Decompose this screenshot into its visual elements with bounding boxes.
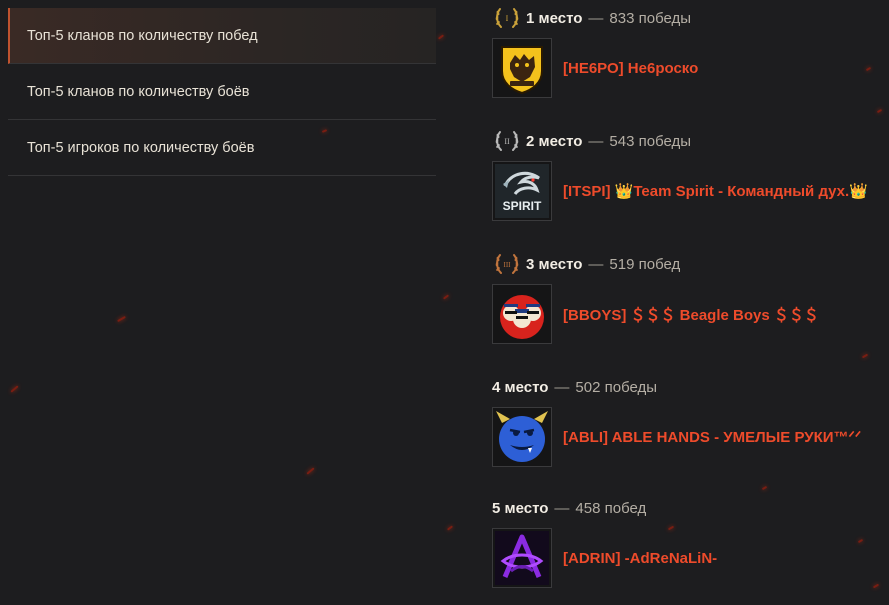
svg-text:II: II <box>504 137 510 146</box>
place-label: 4 место <box>492 378 549 396</box>
ranking-entry: 4 место — 502 победы [ABLI] ABLE HANDS -… <box>492 369 889 469</box>
bronze-laurel-icon: III <box>495 254 519 274</box>
place-separator: — <box>588 9 604 27</box>
win-count: 519 побед <box>609 255 681 273</box>
spirit-dragon-emblem: SPIRIT <box>495 164 549 218</box>
purple-logo-emblem <box>495 531 549 585</box>
clan-emblem[interactable]: SPIRIT <box>492 161 552 221</box>
ranking-entry: II 2 место — 543 победы SPIRIT [ITSPI] 👑… <box>492 123 889 223</box>
win-count: 833 победы <box>609 9 692 27</box>
svg-text:I: I <box>506 14 509 23</box>
clan-row: [НЕ6РО] Не6роско <box>492 36 889 100</box>
clan-name-link[interactable]: [ADRIN] -AdReNaLiN- <box>563 550 717 567</box>
clan-emblem[interactable] <box>492 407 552 467</box>
sidebar-item-top-clans-battles[interactable]: Топ-5 кланов по количеству боёв <box>8 64 436 120</box>
win-count: 543 победы <box>609 132 692 150</box>
place-label: 5 место <box>492 499 549 517</box>
ranking-entry: III 3 место — 519 побед [BBOYS] ＄＄＄ Beag… <box>492 246 889 346</box>
place-header: III 3 место — 519 побед <box>492 246 889 282</box>
sidebar-item-top-players-battles[interactable]: Топ-5 игроков по количеству боёв <box>8 120 436 176</box>
silver-laurel-icon: II <box>495 131 519 151</box>
svg-text:III: III <box>504 261 512 269</box>
ranking-entry: 5 место — 458 побед [ADRIN] -AdReNaLiN- <box>492 490 889 590</box>
gold-laurel-icon: I <box>495 8 519 28</box>
sidebar-menu: Топ-5 кланов по количеству побед Топ-5 к… <box>8 8 436 176</box>
sidebar-item-top-clans-wins[interactable]: Топ-5 кланов по количеству побед <box>8 8 436 64</box>
clan-name-link[interactable]: [ABLI] ABLE HANDS - УМЕЛЫЕ РУКИ™ᐟᐟ <box>563 428 861 446</box>
clan-row: [BBOYS] ＄＄＄ Beagle Boys ＄＄＄ <box>492 282 889 346</box>
place-separator: — <box>554 378 570 396</box>
clan-name-link[interactable]: [НЕ6РО] Не6роско <box>563 60 698 77</box>
sidebar-item-label: Топ-5 игроков по количеству боёв <box>27 139 255 156</box>
place-label: 2 место <box>526 132 583 150</box>
clan-row: SPIRIT [ITSPI] 👑Team Spirit - Командный … <box>492 159 889 223</box>
place-label: 3 место <box>526 255 583 273</box>
yellow-shield-emblem <box>501 46 543 95</box>
win-count: 458 побед <box>575 499 647 517</box>
clan-name-link[interactable]: [ITSPI] 👑Team Spirit - Командный дух.👑 <box>563 182 868 200</box>
win-count: 502 победы <box>575 378 658 396</box>
clan-name-link[interactable]: [BBOYS] ＄＄＄ Beagle Boys ＄＄＄ <box>563 304 819 325</box>
place-header: I 1 место — 833 победы <box>492 0 889 36</box>
place-label: 1 место <box>526 9 583 27</box>
clan-emblem[interactable] <box>492 284 552 344</box>
place-separator: — <box>588 132 604 150</box>
sidebar-item-label: Топ-5 кланов по количеству побед <box>27 27 258 44</box>
ranking-entry: I 1 место — 833 победы [НЕ6РО] Не6роско <box>492 0 889 100</box>
clan-emblem[interactable] <box>492 38 552 98</box>
place-header: II 2 место — 543 победы <box>492 123 889 159</box>
place-separator: — <box>588 255 604 273</box>
clan-emblem[interactable] <box>492 528 552 588</box>
place-header: 5 место — 458 побед <box>492 490 889 526</box>
sidebar-item-label: Топ-5 кланов по количеству боёв <box>27 83 250 100</box>
place-separator: — <box>554 499 570 517</box>
beagle-boys-emblem <box>500 295 544 339</box>
blue-monster-emblem <box>496 411 548 462</box>
place-header: 4 место — 502 победы <box>492 369 889 405</box>
svg-text:SPIRIT: SPIRIT <box>503 199 542 213</box>
clan-row: [ABLI] ABLE HANDS - УМЕЛЫЕ РУКИ™ᐟᐟ <box>492 405 889 469</box>
clan-row: [ADRIN] -AdReNaLiN- <box>492 526 889 590</box>
